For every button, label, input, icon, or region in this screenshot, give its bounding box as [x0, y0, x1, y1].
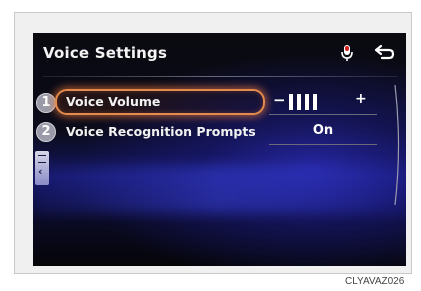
row-divider — [269, 144, 377, 145]
menu-lines-icon — [38, 155, 46, 163]
volume-decrease-button[interactable]: − — [273, 91, 286, 109]
background-glow — [33, 165, 406, 213]
microphone-icon — [341, 45, 353, 61]
voice-recognition-prompts-label[interactable]: Voice Recognition Prompts — [66, 124, 256, 139]
voice-recognition-prompts-value[interactable]: On — [269, 123, 377, 138]
volume-stepper[interactable]: − + — [273, 91, 373, 113]
volume-level-bar — [305, 94, 309, 110]
callout-number-1: 1 — [36, 93, 56, 113]
volume-level-bar — [289, 94, 293, 110]
side-menu-tab[interactable]: ‹ — [35, 151, 49, 185]
image-code: CLYAVAZ026 — [345, 276, 405, 287]
scrollbar[interactable] — [393, 85, 403, 205]
row-divider — [269, 114, 377, 115]
volume-level-bar — [297, 94, 301, 110]
voice-volume-label[interactable]: Voice Volume — [66, 94, 160, 109]
display-screen: Voice Settings 1 Voice Volume − + 2 Voic… — [33, 33, 406, 266]
back-arrow-icon[interactable] — [373, 44, 395, 62]
page-title: Voice Settings — [43, 44, 168, 62]
header-divider — [43, 76, 398, 77]
volume-level-bar — [313, 94, 317, 110]
chevron-left-icon: ‹ — [38, 165, 43, 178]
callout-number-2: 2 — [36, 122, 56, 142]
volume-increase-button[interactable]: + — [355, 91, 367, 107]
